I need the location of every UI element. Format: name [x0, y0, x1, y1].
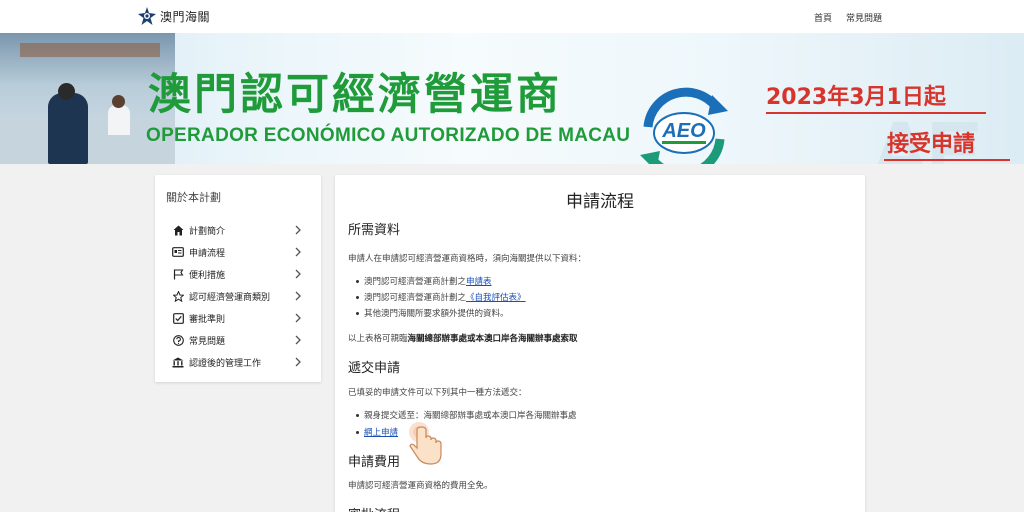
sidebar-item-label: 審批準則 [189, 314, 226, 325]
bank-icon [172, 356, 184, 368]
sidebar-item-label: 申請流程 [189, 248, 226, 259]
question-icon [172, 334, 184, 346]
section-heading-review: 審批流程 [348, 504, 400, 512]
list-item: 網上申請 [356, 426, 398, 438]
submit-intro: 已填妥的申請文件可以下列其中一種方法遞交： [348, 388, 527, 398]
sidebar-item-label: 認可經濟營運商類別 [189, 292, 271, 303]
chevron-right-icon [295, 269, 301, 279]
sidebar-item-label: 便利措施 [189, 270, 226, 281]
page-title: 申請流程 [566, 192, 634, 212]
chevron-right-icon [295, 313, 301, 323]
required-note: 以上表格可親臨海關總部辦事處或本澳口岸各海關辦事處索取 [348, 334, 578, 344]
nav-home-link[interactable]: 首頁 [814, 11, 832, 24]
customs-emblem-icon [138, 7, 156, 25]
nav-faq-link[interactable]: 常見問題 [846, 11, 882, 24]
sidebar-item-label: 常見問題 [189, 336, 226, 347]
sidebar-item-post-management[interactable]: 認證後的管理工作 [155, 351, 321, 373]
hero-banner: AE 澳門認可經濟營運商 OPERADOR ECONÓMICO AUTORIZA… [0, 33, 1024, 164]
banner-title-pt: OPERADOR ECONÓMICO AUTORIZADO DE MACAU [146, 125, 631, 146]
sidebar-item-criteria[interactable]: 審批準則 [155, 307, 321, 329]
sidebar-item-facilitation[interactable]: 便利措施 [155, 263, 321, 285]
aeo-label: AEO [661, 120, 706, 142]
sidebar-item-faq[interactable]: 常見問題 [155, 329, 321, 351]
hand-pointer-icon [409, 422, 442, 465]
sidebar: 關於本計劃 計劃簡介 申請流程 便利措施 認可經濟營運商類別 審批準則 常見問題… [155, 175, 321, 382]
top-navbar: 澳門海關 首頁 常見問題 [0, 0, 1024, 34]
chevron-right-icon [295, 225, 301, 235]
logo-text: 澳門海關 [160, 9, 211, 24]
aeo-logo-icon: AEO [640, 87, 728, 164]
list-item: 其他澳門海關所要求額外提供的資料。 [356, 307, 509, 319]
section-heading-required: 所需資料 [348, 223, 401, 238]
online-application-link[interactable]: 網上申請 [364, 426, 398, 438]
sidebar-item-process[interactable]: 申請流程 [155, 241, 321, 263]
home-icon [172, 224, 184, 236]
sidebar-item-categories[interactable]: 認可經濟營運商類別 [155, 285, 321, 307]
chevron-right-icon [295, 291, 301, 301]
banner-accept: 接受申請 [887, 131, 976, 157]
chevron-right-icon [295, 357, 301, 367]
section-heading-fee: 申請費用 [348, 455, 401, 470]
sidebar-item-label: 認證後的管理工作 [189, 358, 262, 369]
banner-date: 2023年3月1日起 [766, 85, 946, 110]
list-item: 澳門認可經濟營運商計劃之 《自我評估表》 [356, 291, 526, 303]
chevron-right-icon [295, 247, 301, 257]
required-intro: 申請人在申請認可經濟營運商資格時，須向海關提供以下資料： [348, 254, 587, 264]
customs-logo[interactable]: 澳門海關 [138, 7, 210, 25]
sidebar-title: 關於本計劃 [166, 191, 221, 204]
sidebar-item-intro[interactable]: 計劃簡介 [155, 219, 321, 241]
sidebar-list: 計劃簡介 申請流程 便利措施 認可經濟營運商類別 審批準則 常見問題 認證後的管… [155, 219, 321, 373]
checkbox-icon [172, 312, 184, 324]
flag-icon [172, 268, 184, 280]
fee-text: 申請認可經濟營運商資格的費用全免。 [348, 481, 493, 491]
chevron-right-icon [295, 335, 301, 345]
section-heading-submit: 遞交申請 [348, 361, 401, 376]
sidebar-item-label: 計劃簡介 [189, 226, 226, 237]
self-assessment-link[interactable]: 《自我評估表》 [466, 291, 526, 303]
banner-title-zh: 澳門認可經濟營運商 [148, 70, 562, 120]
list-item: 親身提交遞至：海關總部辦事處或本澳口岸各海關辦事處 [356, 409, 577, 421]
nav-links: 首頁 常見問題 [814, 11, 882, 24]
id-card-icon [172, 246, 184, 258]
application-form-link[interactable]: 申請表 [466, 275, 492, 287]
star-icon [172, 290, 184, 302]
list-item: 澳門認可經濟營運商計劃之 申請表 [356, 275, 492, 287]
